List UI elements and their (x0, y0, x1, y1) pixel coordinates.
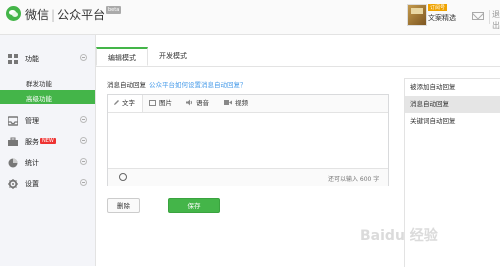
expand-icon[interactable] (80, 179, 87, 186)
pie-chart-icon (8, 158, 18, 168)
sidebar-item-label: 功能 (25, 55, 39, 63)
sidebar-item-label: 管理 (25, 117, 39, 125)
expand-icon[interactable] (80, 158, 87, 165)
tool-label: 语音 (196, 99, 209, 107)
save-button[interactable]: 保存 (168, 198, 220, 213)
sidebar-item-features[interactable]: 功能 (0, 50, 95, 68)
tool-label: 视频 (235, 99, 248, 107)
header-divider (489, 10, 490, 24)
logout-link[interactable]: 退出 (492, 9, 500, 31)
sidebar-item-label: 统计 (25, 159, 39, 167)
sidebar-item-service[interactable]: 服务 NEW (0, 133, 95, 151)
tool-label: 图片 (159, 99, 172, 107)
speaker-icon (186, 99, 192, 106)
beta-badge: beta (106, 6, 122, 14)
briefcase-icon (8, 137, 18, 146)
delete-button[interactable]: 删除 (107, 198, 140, 213)
new-badge: NEW (40, 138, 56, 144)
sidebar-sub-label: 群发功能 (26, 80, 52, 88)
account-name[interactable]: 文案精选 (428, 13, 456, 23)
brand-wechat: 微信 (25, 8, 50, 22)
tool-image[interactable]: 图片 (149, 95, 181, 112)
sidebar-sub-label: 高级功能 (26, 95, 52, 103)
gear-icon (8, 179, 18, 189)
sidebar-item-stats[interactable]: 统计 (0, 154, 95, 172)
reply-editor: 文字 图片 语音 视频 还可以输入 600 字 (107, 94, 389, 186)
reply-type-message[interactable]: 消息自动回复 (405, 96, 500, 113)
sidebar-item-manage[interactable]: 管理 (0, 112, 95, 130)
tool-text[interactable]: 文字 (108, 95, 143, 112)
section-title: 消息自动回复 (107, 81, 146, 89)
account-avatar[interactable] (407, 4, 427, 26)
collapse-icon[interactable] (80, 54, 87, 61)
reply-type-keyword[interactable]: 关键词自动回复 (405, 113, 500, 130)
wechat-logo-icon[interactable] (6, 6, 21, 21)
emoji-icon[interactable] (119, 173, 127, 181)
editor-toolbar: 文字 图片 语音 视频 (108, 95, 388, 113)
expand-icon[interactable] (80, 116, 87, 123)
section-hint: 消息自动回复 公众平台如何设置消息自动回复？ (107, 79, 247, 89)
inbox-icon (8, 116, 18, 126)
image-icon (149, 100, 156, 106)
brand-title[interactable]: 微信 | 公众平台 (25, 6, 105, 23)
watermark: Baidu 经验 (360, 228, 438, 244)
reply-type-label: 关键词自动回复 (410, 117, 456, 125)
tool-video[interactable]: 视频 (224, 95, 258, 112)
mode-tabs: 编辑模式 开发模式 (96, 47, 500, 67)
brand-divider: | (51, 8, 56, 22)
tab-edit-mode[interactable]: 编辑模式 (96, 47, 148, 66)
editor-footer: 还可以输入 600 字 (108, 168, 388, 186)
sidebar: 功能 群发功能 高级功能 管理 服务 NEW 统计 设置 (0, 35, 96, 266)
sidebar-sub-mass-send[interactable]: 群发功能 (0, 75, 95, 89)
tab-developer-mode[interactable]: 开发模式 (148, 47, 198, 66)
sidebar-sub-advanced[interactable]: 高级功能 (0, 90, 95, 104)
brand-platform: 公众平台 (57, 8, 106, 22)
mail-icon[interactable] (472, 12, 484, 20)
reply-type-label: 被添加自动回复 (410, 83, 456, 91)
sidebar-item-label: 设置 (25, 180, 39, 188)
expand-icon[interactable] (80, 137, 87, 144)
pen-icon (114, 100, 119, 105)
video-icon (224, 100, 232, 105)
sidebar-item-label: 服务 (25, 138, 39, 146)
char-counter: 还可以输入 600 字 (328, 176, 380, 183)
help-link[interactable]: 公众平台如何设置消息自动回复？ (149, 81, 247, 89)
avatar-image-icon (411, 8, 423, 14)
tool-voice[interactable]: 语音 (186, 95, 218, 112)
tool-label: 文字 (122, 99, 135, 107)
top-header: 微信 | 公众平台 beta 订阅号 文案精选 退出 (0, 0, 500, 35)
sidebar-item-settings[interactable]: 设置 (0, 175, 95, 193)
reply-type-label: 消息自动回复 (410, 100, 449, 108)
reply-type-follow[interactable]: 被添加自动回复 (405, 79, 500, 96)
account-type-badge: 订阅号 (428, 4, 448, 11)
grid-icon (8, 54, 18, 64)
